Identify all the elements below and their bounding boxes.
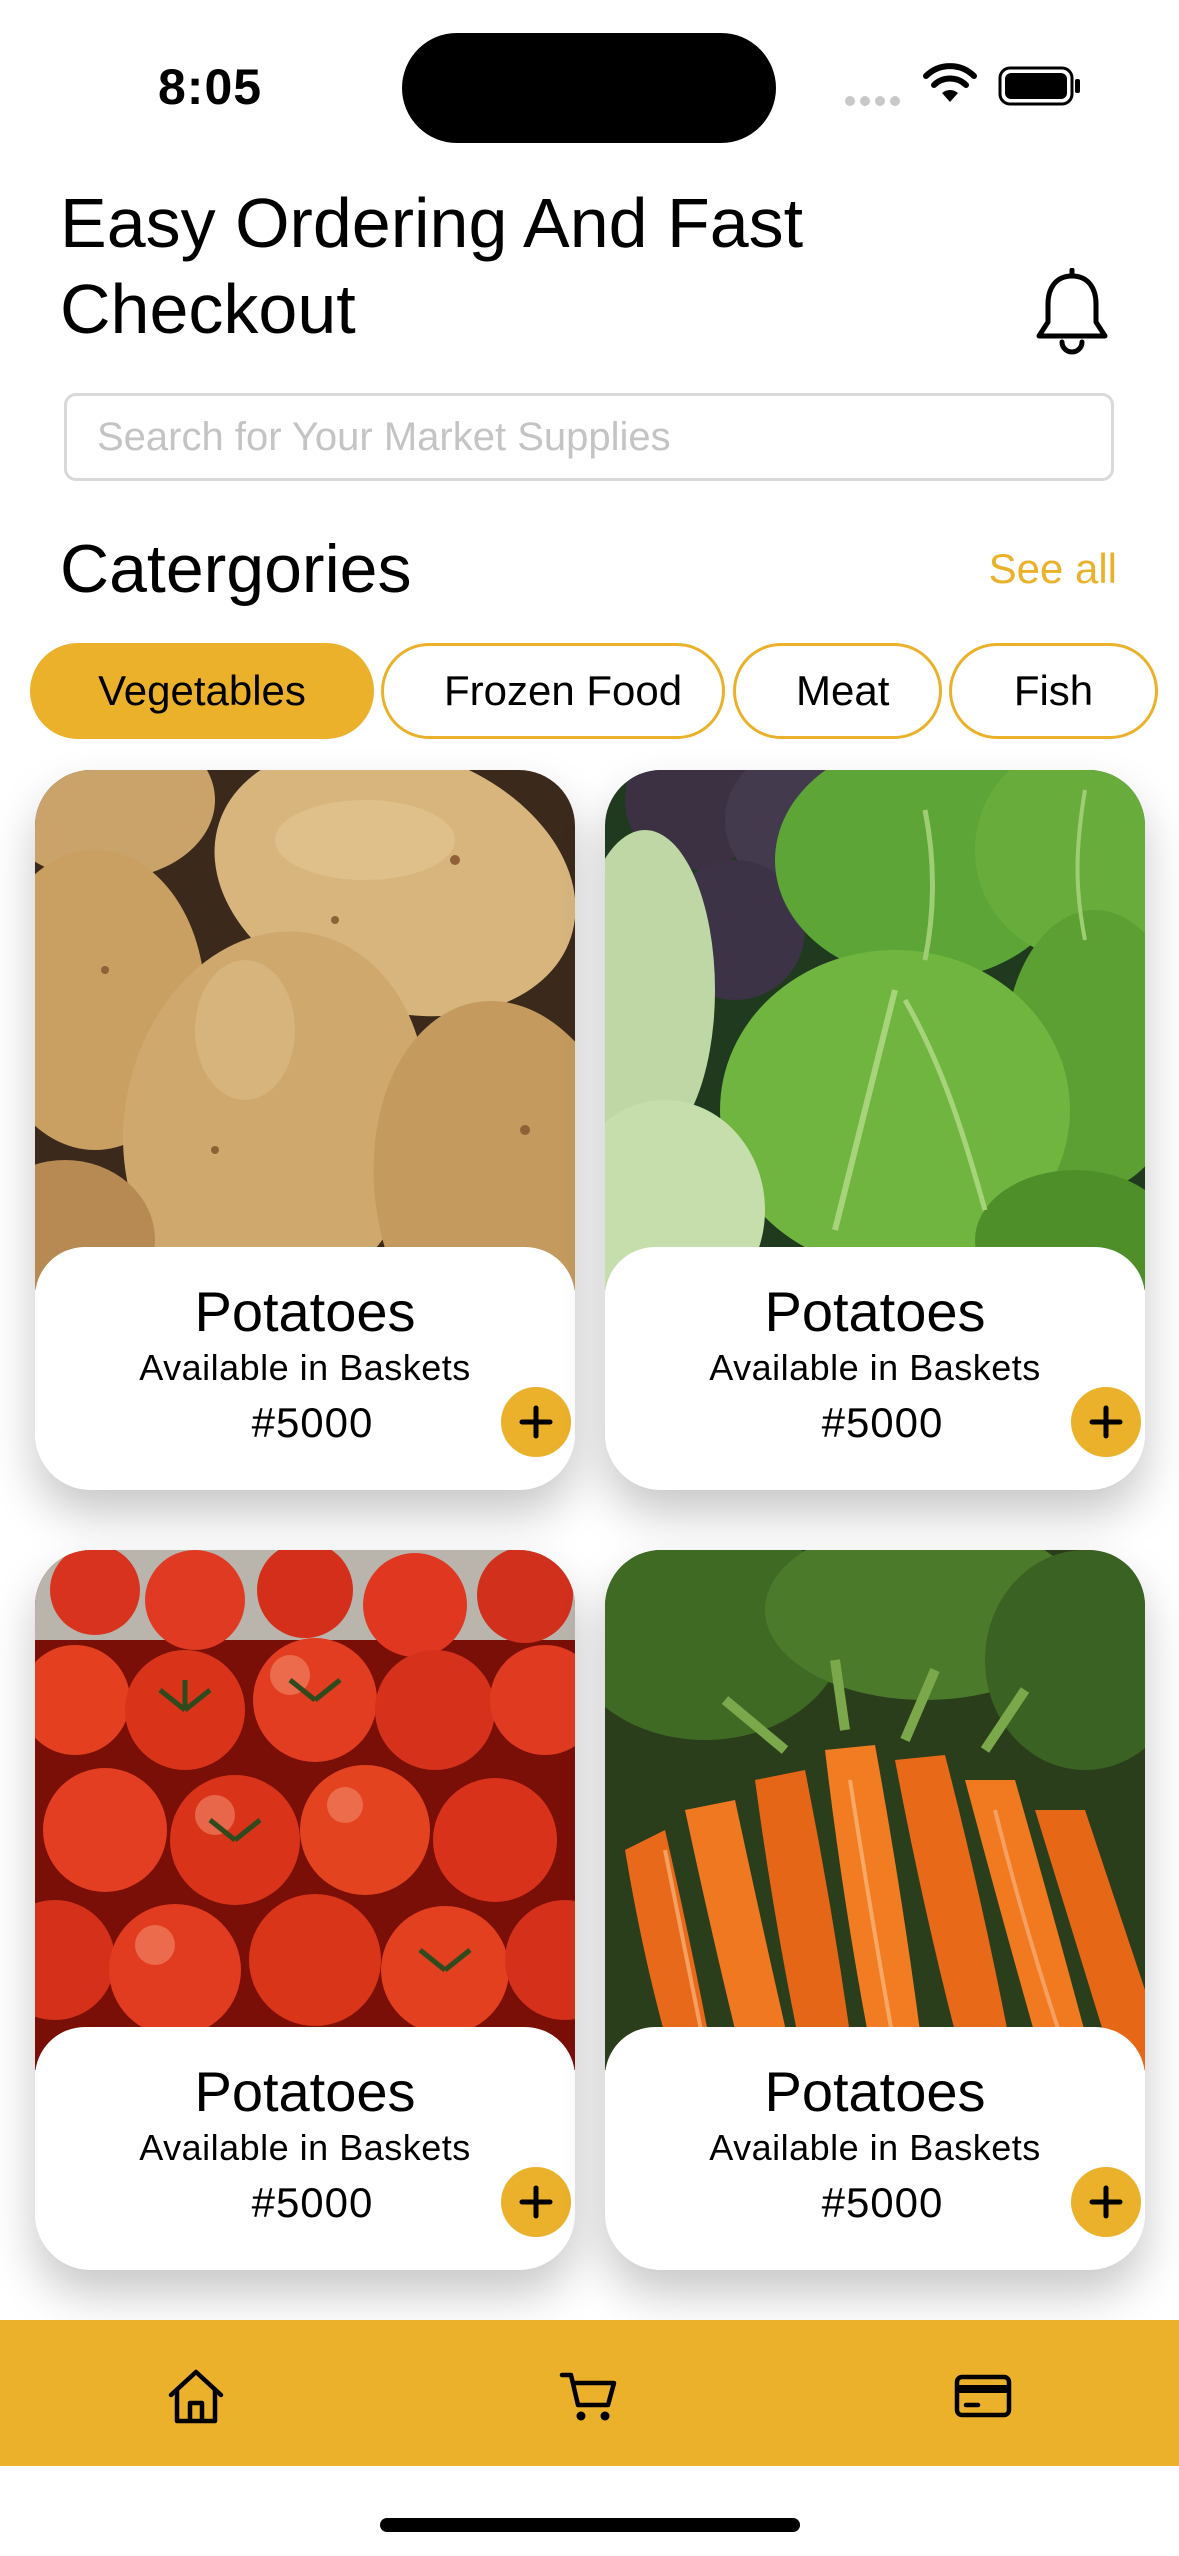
product-price: #5000 xyxy=(821,1399,944,1446)
add-to-cart-button[interactable] xyxy=(501,1387,571,1457)
product-card[interactable]: Potatoes Available in Baskets #5000 xyxy=(35,770,575,1490)
category-pill-meat[interactable]: Meat xyxy=(733,643,942,739)
home-icon[interactable] xyxy=(165,2365,227,2427)
product-card[interactable]: Potatoes Available in Baskets #5000 xyxy=(605,770,1145,1490)
categories-title: Catergories xyxy=(60,531,412,607)
bell-icon[interactable] xyxy=(1030,268,1114,358)
product-info: Potatoes Available in Baskets #5000 xyxy=(35,1247,575,1490)
cabbage-image xyxy=(605,770,1145,1290)
cellular-signal-icon xyxy=(845,93,905,106)
tomatoes-image xyxy=(35,1550,575,2070)
category-pill-frozen-food[interactable]: Frozen Food xyxy=(381,643,725,739)
search-input[interactable] xyxy=(64,393,1114,481)
card-icon[interactable] xyxy=(952,2365,1014,2427)
product-card[interactable]: Potatoes Available in Baskets #5000 xyxy=(35,1550,575,2270)
product-price: #5000 xyxy=(251,1399,374,1446)
bottom-nav xyxy=(0,2320,1179,2466)
product-price: #5000 xyxy=(821,2179,944,2226)
product-availability: Available in Baskets xyxy=(139,1347,471,1388)
product-availability: Available in Baskets xyxy=(709,2127,1041,2168)
wifi-icon xyxy=(923,63,977,102)
dynamic-island xyxy=(402,33,776,143)
add-to-cart-button[interactable] xyxy=(1071,2167,1141,2237)
plus-icon xyxy=(1089,1405,1123,1439)
product-availability: Available in Baskets xyxy=(139,2127,471,2168)
product-availability: Available in Baskets xyxy=(709,1347,1041,1388)
page-title: Easy Ordering And Fast Checkout xyxy=(60,184,804,348)
cart-icon[interactable] xyxy=(558,2365,620,2427)
category-pill-fish[interactable]: Fish xyxy=(949,643,1158,739)
plus-icon xyxy=(1089,2185,1123,2219)
product-card[interactable]: Potatoes Available in Baskets #5000 xyxy=(605,1550,1145,2270)
product-name: Potatoes xyxy=(764,1280,986,1343)
product-info: Potatoes Available in Baskets #5000 xyxy=(605,2027,1145,2270)
battery-icon xyxy=(998,66,1080,106)
add-to-cart-button[interactable] xyxy=(501,2167,571,2237)
product-name: Potatoes xyxy=(194,1280,416,1343)
carrots-image xyxy=(605,1550,1145,2070)
potatoes-image xyxy=(35,770,575,1290)
product-price: #5000 xyxy=(251,2179,374,2226)
plus-icon xyxy=(519,2185,553,2219)
product-info: Potatoes Available in Baskets #5000 xyxy=(605,1247,1145,1490)
status-time: 8:05 xyxy=(158,59,263,115)
add-to-cart-button[interactable] xyxy=(1071,1387,1141,1457)
see-all-link[interactable]: See all xyxy=(989,545,1117,593)
plus-icon xyxy=(519,1405,553,1439)
category-pill-vegetables[interactable]: Vegetables xyxy=(30,643,374,739)
product-info: Potatoes Available in Baskets #5000 xyxy=(35,2027,575,2270)
home-indicator[interactable] xyxy=(380,2518,800,2532)
product-name: Potatoes xyxy=(194,2060,416,2123)
product-name: Potatoes xyxy=(764,2060,986,2123)
